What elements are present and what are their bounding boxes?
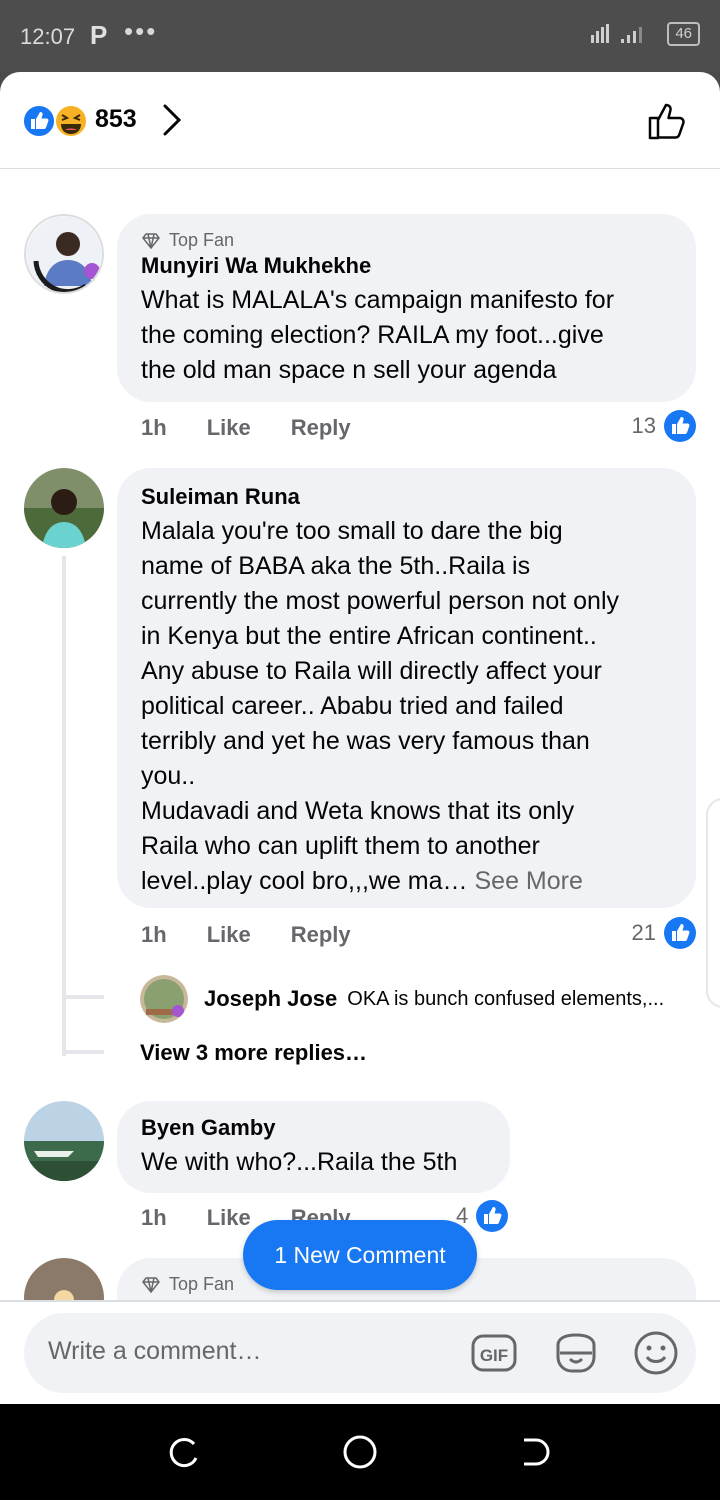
reply-button[interactable]: Reply xyxy=(291,922,351,948)
app-notification-icon: P xyxy=(90,20,108,50)
comment-author[interactable]: Byen Gamby xyxy=(141,1115,486,1141)
reaction-icons[interactable] xyxy=(22,104,92,138)
status-indicators: 46 xyxy=(589,22,700,46)
view-more-replies[interactable]: View 3 more replies… xyxy=(140,1040,367,1066)
reply-author[interactable]: Joseph Jose xyxy=(204,986,337,1012)
thumbs-up-icon[interactable] xyxy=(646,98,690,142)
comment-actions: 1h Like Reply xyxy=(141,922,351,948)
comment-time: 1h xyxy=(141,415,167,440)
recent-apps-icon[interactable] xyxy=(164,1432,204,1472)
comment-time: 1h xyxy=(141,922,167,947)
top-fan-badge: Top Fan xyxy=(141,230,672,251)
like-button[interactable]: Like xyxy=(207,415,251,441)
like-count: 13 xyxy=(631,413,656,438)
gif-icon[interactable]: GIF xyxy=(470,1329,518,1377)
reply-preview[interactable]: Joseph Jose OKA is bunch confused elemen… xyxy=(140,975,664,1023)
top-fan-label: Top Fan xyxy=(169,1274,235,1294)
comment-placeholder: Write a comment… xyxy=(48,1337,262,1365)
reply-text: OKA is bunch confused elements,... xyxy=(347,987,665,1010)
more-notifications-icon: ••• xyxy=(124,16,158,46)
thread-connector xyxy=(62,1050,104,1054)
top-fan-label: Top Fan xyxy=(169,230,235,250)
comment-text: Malala you're too small to dare the big … xyxy=(141,514,672,899)
diamond-icon xyxy=(142,1276,160,1293)
avatar-munyiri[interactable] xyxy=(24,214,104,294)
side-panel-edge xyxy=(706,798,720,1008)
haha-icon xyxy=(54,104,88,138)
avatar-image xyxy=(26,216,102,292)
like-badge-icon xyxy=(476,1200,509,1232)
reactions-header: 853 xyxy=(0,72,720,169)
like-count: 21 xyxy=(631,920,656,945)
status-time: 12:07 xyxy=(20,24,76,49)
avatar-image xyxy=(140,975,188,1023)
like-button[interactable]: Like xyxy=(207,1205,251,1231)
comment-author[interactable]: Munyiri Wa Mukhekhe xyxy=(141,253,672,279)
comment-bubble[interactable]: Byen Gamby We with who?...Raila the 5th xyxy=(117,1101,510,1193)
comment-bubble[interactable]: Top Fan Munyiri Wa Mukhekhe What is MALA… xyxy=(117,214,696,402)
status-bar: 12:07 P ••• 46 xyxy=(0,0,720,72)
reply-button[interactable]: Reply xyxy=(291,415,351,441)
comment-like-count[interactable]: 13 xyxy=(632,410,696,442)
sticker-icon[interactable] xyxy=(552,1329,600,1377)
home-icon[interactable] xyxy=(340,1432,380,1472)
gif-label: GIF xyxy=(480,1346,508,1365)
like-badge-icon xyxy=(664,917,696,949)
avatar-byen[interactable] xyxy=(24,1101,104,1181)
comment-composer-bar: Write a comment… GIF xyxy=(0,1300,720,1404)
avatar-suleiman[interactable] xyxy=(24,468,104,548)
system-navigation-bar xyxy=(0,1404,720,1500)
comment-bubble[interactable]: Suleiman Runa Malala you're too small to… xyxy=(117,468,696,908)
thread-connector xyxy=(62,995,104,999)
see-more-link[interactable]: See More xyxy=(474,867,582,895)
comments-sheet: 853 Top Fan Munyiri Wa Mukhekhe What is … xyxy=(0,72,720,1404)
like-badge-icon xyxy=(664,410,696,442)
emoji-icon[interactable] xyxy=(632,1329,680,1377)
thread-line xyxy=(62,556,66,1056)
comment-author[interactable]: Suleiman Runa xyxy=(141,484,672,510)
like-icon xyxy=(22,104,56,138)
back-icon[interactable] xyxy=(516,1432,556,1472)
chevron-right-icon[interactable] xyxy=(158,102,188,138)
comment-text: What is MALALA's campaign manifesto for … xyxy=(141,286,615,384)
comment-actions: 1h Like Reply xyxy=(141,415,351,441)
avatar-image xyxy=(24,468,104,548)
diamond-icon xyxy=(142,232,160,249)
comment-time: 1h xyxy=(141,1205,167,1230)
comment-like-count[interactable]: 21 xyxy=(632,917,696,949)
comment-text: We with who?...Raila the 5th xyxy=(141,1148,458,1176)
reply-avatar[interactable] xyxy=(140,975,188,1023)
battery-indicator: 46 xyxy=(667,22,700,46)
signal-icon xyxy=(591,24,643,43)
new-comment-button[interactable]: 1 New Comment xyxy=(243,1220,477,1290)
avatar-image xyxy=(24,1101,104,1181)
reaction-count[interactable]: 853 xyxy=(95,105,137,134)
comment-body: Malala you're too small to dare the big … xyxy=(141,517,620,895)
comment-input[interactable]: Write a comment… GIF xyxy=(24,1313,696,1393)
like-button[interactable]: Like xyxy=(207,922,251,948)
